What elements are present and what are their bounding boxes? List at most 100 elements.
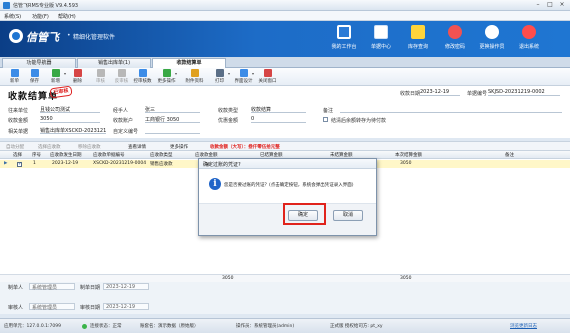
col-no: 序号 [32, 153, 41, 158]
close-icon[interactable]: × [557, 1, 567, 9]
grid-toolbar: 自动分配 选择应收款 移除应收款 查看详情 更多操作 收款金额（大写）：叁仟零伍… [0, 141, 570, 151]
tab-function-navigator[interactable]: 功能导航器 [2, 58, 76, 68]
number-label: 单据编号 [467, 91, 488, 97]
dropdown-arrow-icon: ▾ [174, 71, 177, 76]
account-field[interactable]: 工商银行 3050 [145, 116, 200, 123]
inventory-icon [411, 25, 425, 39]
menu-function[interactable]: 功能(F) [32, 13, 49, 20]
add-button[interactable]: 新增 ▾ [47, 69, 66, 85]
maximize-icon[interactable]: □ [545, 1, 555, 9]
grid-more-actions-button[interactable]: 更多操作 [170, 144, 188, 150]
cancel-button[interactable]: 取消 [333, 210, 363, 221]
amount-field[interactable]: 3050 [40, 116, 100, 123]
server-status: 应用单元：127.0.0.1:7099 [4, 324, 61, 329]
tab-bar: 功能导航器 销售出库单(1) 收款结算单 [0, 57, 570, 68]
save-icon [31, 69, 39, 77]
delete-button[interactable]: 删除 [69, 69, 86, 85]
related-field[interactable]: 销售出库单XSCKD-2023121 [40, 127, 106, 134]
layout-design-button[interactable]: 界面设计 ▾ [235, 69, 254, 85]
document-center-icon [374, 25, 388, 39]
close-window-button[interactable]: 关闭窗口 [259, 69, 277, 85]
type-field[interactable]: 收款结算 [251, 106, 306, 113]
update-log-link[interactable]: 浏览更新日志 [510, 323, 537, 329]
save-button[interactable]: 保存 [26, 69, 43, 85]
remark-label: 备注 [323, 108, 334, 114]
date-label: 收款日期 [400, 91, 421, 97]
select-receivable-button[interactable]: 选择应收款 [38, 144, 61, 150]
settle-option-label: 结清后余额转存为待付款 [331, 118, 387, 124]
online-status-icon [82, 324, 87, 329]
unaudit-button[interactable]: 反审核 [113, 69, 130, 85]
tab-sales-outbound[interactable]: 销售出库单(1) [77, 58, 151, 68]
cell-doc[interactable]: XSCKD-20231219-0004 [93, 161, 146, 166]
cell-type: 销售应收款 [150, 162, 173, 167]
banner: 信管飞 • 精细化管理软件 我的工作台 单据中心 库存查询 修改密码 更换操作员… [0, 21, 570, 57]
auditor-label: 审核人 [8, 305, 24, 311]
cell-no: 1 [33, 161, 36, 166]
dropdown-arrow-icon: ▾ [251, 71, 254, 76]
connection-status: 连接状态：正常 [90, 324, 122, 329]
auto-allocate-button[interactable]: 自动分配 [6, 144, 24, 150]
unit-label: 往来单位 [8, 108, 29, 114]
key-icon [448, 25, 462, 39]
cell-current[interactable]: 3050 [400, 161, 411, 166]
ok-button-highlight [283, 203, 326, 225]
col-select: 选择 [13, 153, 22, 158]
my-workbench-button[interactable]: 我的工作台 [327, 25, 361, 55]
remark-field[interactable] [340, 106, 562, 113]
remove-receivable-button[interactable]: 移除应收款 [78, 144, 101, 150]
view-details-button[interactable]: 查看详情 [128, 144, 146, 150]
number-field[interactable]: SKJSD-20231219-0002 [488, 89, 560, 96]
make-date-label: 制单日期 [80, 285, 101, 291]
more-actions-button[interactable]: 更多操作 ▾ [158, 69, 177, 85]
menu-system[interactable]: 系统(S) [4, 13, 21, 20]
audited-stamp: 已审核 [49, 85, 73, 99]
control-audit-button[interactable]: 控审核数 [134, 69, 152, 85]
handler-field[interactable]: 张三 [145, 106, 200, 113]
layout-icon [240, 69, 248, 77]
audit-button[interactable]: 审核 [92, 69, 109, 85]
document-center-button[interactable]: 单据中心 [364, 25, 398, 55]
unit-field[interactable]: 且钱公司测试 [40, 106, 100, 113]
col-type: 应收款类型 [150, 153, 173, 158]
audit-date-label: 审核日期 [80, 305, 101, 311]
settle-checkbox[interactable] [323, 117, 328, 122]
row-checkbox[interactable]: ✓ [17, 161, 22, 167]
date-field[interactable]: 2023-12-19 [420, 89, 460, 96]
status-bar: 应用单元：127.0.0.1:7099 连接状态：正常 账套名：演示数据（原始版… [0, 318, 570, 333]
print-icon [216, 69, 224, 77]
menu-help[interactable]: 帮助(H) [58, 13, 76, 20]
account-label: 收款账户 [113, 118, 134, 124]
dialog-close-icon[interactable]: × [203, 161, 213, 169]
switch-operator-button[interactable]: 更换操作员 [475, 25, 509, 55]
custom-number-field[interactable] [145, 127, 200, 134]
table-totals: 3050 3050 [0, 274, 570, 282]
minimize-icon[interactable]: – [533, 1, 543, 9]
col-remark: 备注 [505, 153, 514, 158]
col-doc: 应收款单据编号 [93, 153, 125, 158]
dropdown-arrow-icon: ▾ [227, 71, 230, 76]
amount-in-words: 收款金额（大写）：叁仟零伍拾元整 [210, 145, 280, 150]
col-date: 应收款发生日期 [50, 153, 82, 158]
audit-icon [97, 69, 105, 77]
attachment-icon [191, 69, 199, 77]
total-amount: 3050 [222, 276, 234, 281]
exit-system-button[interactable]: 退出系统 [512, 25, 546, 55]
change-password-button[interactable]: 修改密码 [438, 25, 472, 55]
tab-receipt-settlement[interactable]: 收款结算单 [152, 58, 226, 68]
switch-user-icon [485, 25, 499, 39]
related-label: 相关单据 [8, 129, 29, 135]
toolbar: 新单 保存 新增 ▾ 删除 审核 反审核 控审核数 更多操作 ▾ 附件资料 打印 ▾ … [0, 68, 570, 86]
row-pointer-icon: ▶ [4, 161, 8, 166]
total-current: 3050 [400, 276, 412, 281]
more-icon [163, 69, 171, 77]
discount-field[interactable]: 0 [251, 116, 306, 123]
print-button[interactable]: 打印 ▾ [211, 69, 230, 85]
app-logo-icon [3, 2, 10, 9]
close-window-icon [264, 69, 272, 77]
attachment-button[interactable]: 附件资料 [186, 69, 204, 85]
inventory-query-button[interactable]: 库存查询 [401, 25, 435, 55]
new-button[interactable]: 新单 [6, 69, 23, 85]
make-date-field: 2023-12-19 [103, 283, 149, 290]
type-label: 收款类型 [218, 108, 239, 114]
